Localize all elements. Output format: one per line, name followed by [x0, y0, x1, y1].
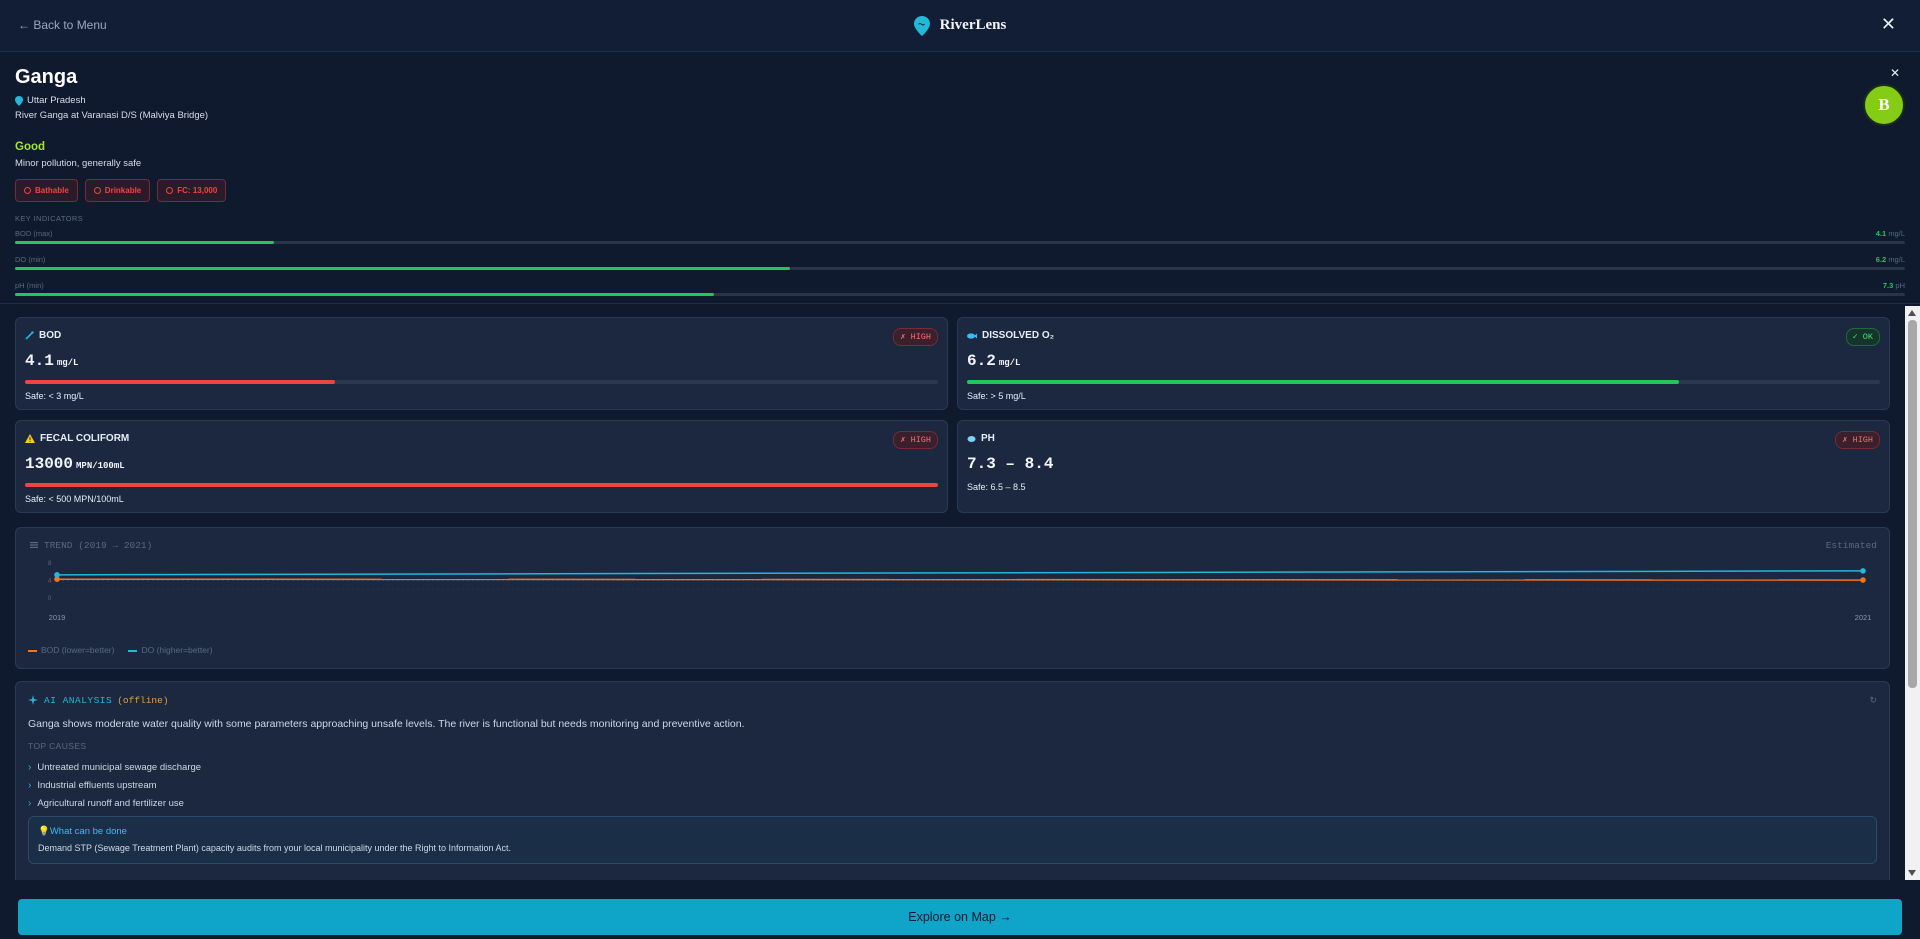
x-tick-label: 2021 — [1855, 613, 1872, 622]
fish-icon — [967, 332, 977, 339]
badge-drinkable: Drinkable — [84, 179, 151, 202]
indicator-ph: pH (min) 7.3 pH — [15, 281, 1905, 301]
detail-scroll-area[interactable]: BOD ✗ HIGH 4.1 mg/L Safe: < 3 mg/L DISSOL… — [0, 306, 1905, 880]
brand-name: RiverLens — [939, 17, 1007, 33]
ph-card: PH ✗ HIGH 7.3 – 8.4 Safe: 6.5 – 8.5 — [957, 420, 1890, 513]
fecal-coliform-card: FECAL COLIFORM ✗ HIGH 13000 MPN/100mL Saf… — [15, 420, 948, 513]
badge-row: Bathable Drinkable FC: 13,000 — [15, 179, 1905, 202]
badge-bathable: Bathable — [15, 179, 78, 202]
alert-circle-icon — [166, 187, 174, 194]
location-pin-icon — [15, 95, 23, 106]
y-tick-label: 0 — [48, 596, 52, 602]
indicator-bod: BOD (max) 4.1 mg/L — [15, 229, 1905, 249]
card-value: 7.3 – 8.4 — [967, 455, 1054, 473]
safe-range: Safe: 6.5 – 8.5 — [967, 482, 1026, 492]
data-point — [54, 572, 60, 578]
indicator-bar — [15, 293, 715, 296]
series-line — [56, 570, 1864, 576]
refresh-icon[interactable]: ↻ — [1869, 695, 1877, 706]
data-point — [1860, 577, 1866, 583]
avatar-close-icon[interactable]: ✕ — [1890, 66, 1900, 80]
flask-icon — [25, 331, 34, 340]
chevron-right-icon: › — [28, 761, 32, 773]
quality-status: Good — [15, 141, 46, 153]
list-item: › Agricultural runoff and fertilizer use — [28, 797, 184, 809]
list-item: › Industrial effluents upstream — [28, 779, 157, 791]
y-tick-label: 8 — [48, 561, 52, 567]
y-tick-label: 4 — [48, 579, 52, 585]
indicator-bar — [15, 267, 790, 270]
status-badge: ✗ HIGH — [893, 328, 938, 346]
trend-title: TREND (2019 → 2021) — [44, 540, 153, 551]
state-row: Uttar Pradesh — [15, 95, 1905, 106]
map-pin-icon — [913, 15, 930, 36]
status-badge: ✗ HIGH — [893, 431, 938, 449]
ai-summary: Ganga shows moderate water quality with … — [28, 718, 745, 730]
card-title: PH — [981, 433, 995, 444]
card-value: 4.1 mg/L — [25, 352, 79, 370]
scrollbar[interactable] — [1905, 306, 1920, 880]
what-can-be-done-box: 💡What can be done Demand STP (Sewage Tre… — [28, 816, 1877, 864]
legend-do: DO (higher=better) — [128, 645, 213, 655]
ai-mode: (offline) — [117, 695, 169, 706]
bod-card: BOD ✗ HIGH 4.1 mg/L Safe: < 3 mg/L — [15, 317, 948, 410]
legend-bod: BOD (lower=better) — [28, 645, 114, 655]
top-causes-title: TOP CAUSES — [28, 741, 87, 751]
trend-card: TREND (2019 → 2021) Estimated 8 4 0 2019 202… — [15, 527, 1890, 669]
warning-icon — [25, 434, 35, 443]
causes-list: › Untreated municipal sewage discharge › I… — [28, 758, 201, 812]
avatar[interactable]: B — [1863, 84, 1905, 126]
close-icon[interactable]: ✕ — [1881, 14, 1896, 35]
river-name: Ganga — [15, 66, 78, 88]
card-title: DISSOLVED O₂ — [982, 330, 1055, 341]
scrollbar-thumb[interactable] — [1908, 320, 1917, 688]
series-line — [56, 578, 1864, 581]
card-value: 13000 MPN/100mL — [25, 455, 125, 473]
brand: RiverLens — [913, 15, 1007, 36]
back-to-menu-link[interactable]: ← Back to Menu — [18, 18, 107, 32]
status-badge: ✗ HIGH — [1835, 431, 1880, 449]
bar-chart-icon — [30, 542, 38, 548]
station-name: River Ganga at Varanasi D/S (Malviya Bri… — [15, 110, 209, 121]
chart-legend: BOD (lower=better) DO (higher=better) — [28, 645, 213, 655]
explore-on-map-button[interactable]: Explore on Map → — [18, 899, 1902, 935]
safe-range: Safe: > 5 mg/L — [967, 391, 1026, 401]
status-badge: ✓ OK — [1845, 328, 1880, 346]
indicator-bar — [15, 241, 274, 244]
scroll-up-arrow-icon[interactable] — [1908, 310, 1916, 316]
key-indicators-title: KEY INDICATORS — [15, 214, 84, 223]
card-title: BOD — [39, 330, 62, 341]
scroll-down-arrow-icon[interactable] — [1908, 870, 1916, 876]
dissolved-oxygen-card: DISSOLVED O₂ ✓ OK 6.2 mg/L Safe: > 5 mg/L — [957, 317, 1890, 410]
alert-circle-icon — [24, 187, 31, 194]
chevron-right-icon: › — [28, 779, 32, 791]
chevron-right-icon: › — [28, 797, 32, 809]
top-bar: ← Back to Menu RiverLens ✕ — [0, 0, 1920, 52]
ai-title: AI ANALYSIS — [44, 695, 113, 706]
card-title: FECAL COLIFORM — [40, 433, 130, 444]
indicator-do: DO (min) 6.2 mg/L — [15, 255, 1905, 275]
quality-description: Minor pollution, generally safe — [15, 158, 142, 169]
river-info: Ganga Uttar Pradesh River Ganga at Varan… — [15, 66, 1905, 301]
safe-range: Safe: < 3 mg/L — [25, 391, 84, 401]
trend-chart: 8 4 0 2019 2021 — [48, 561, 1872, 622]
estimated-label: Estimated — [1825, 540, 1877, 551]
card-value: 6.2 mg/L — [967, 352, 1021, 370]
todo-text: Demand STP (Sewage Treatment Plant) capa… — [38, 843, 512, 853]
state-name: Uttar Pradesh — [27, 95, 86, 106]
ai-analysis-card: AI ANALYSIS (offline) ↻ Ganga shows moder… — [15, 681, 1890, 880]
card-bar — [967, 380, 1680, 384]
lightbulb-icon: 💡 — [38, 826, 50, 837]
card-bar — [25, 483, 938, 487]
sparkle-icon — [28, 695, 38, 705]
x-tick-label: 2019 — [49, 613, 66, 622]
card-bar — [25, 380, 336, 384]
data-point — [1860, 568, 1866, 574]
badge-fecal-coliform: FC: 13,000 — [157, 179, 227, 202]
alert-circle-icon — [93, 187, 101, 194]
list-item: › Untreated municipal sewage discharge — [28, 761, 202, 773]
divider — [0, 303, 1920, 304]
drop-icon — [967, 435, 976, 442]
safe-range: Safe: < 500 MPN/100mL — [25, 494, 124, 504]
